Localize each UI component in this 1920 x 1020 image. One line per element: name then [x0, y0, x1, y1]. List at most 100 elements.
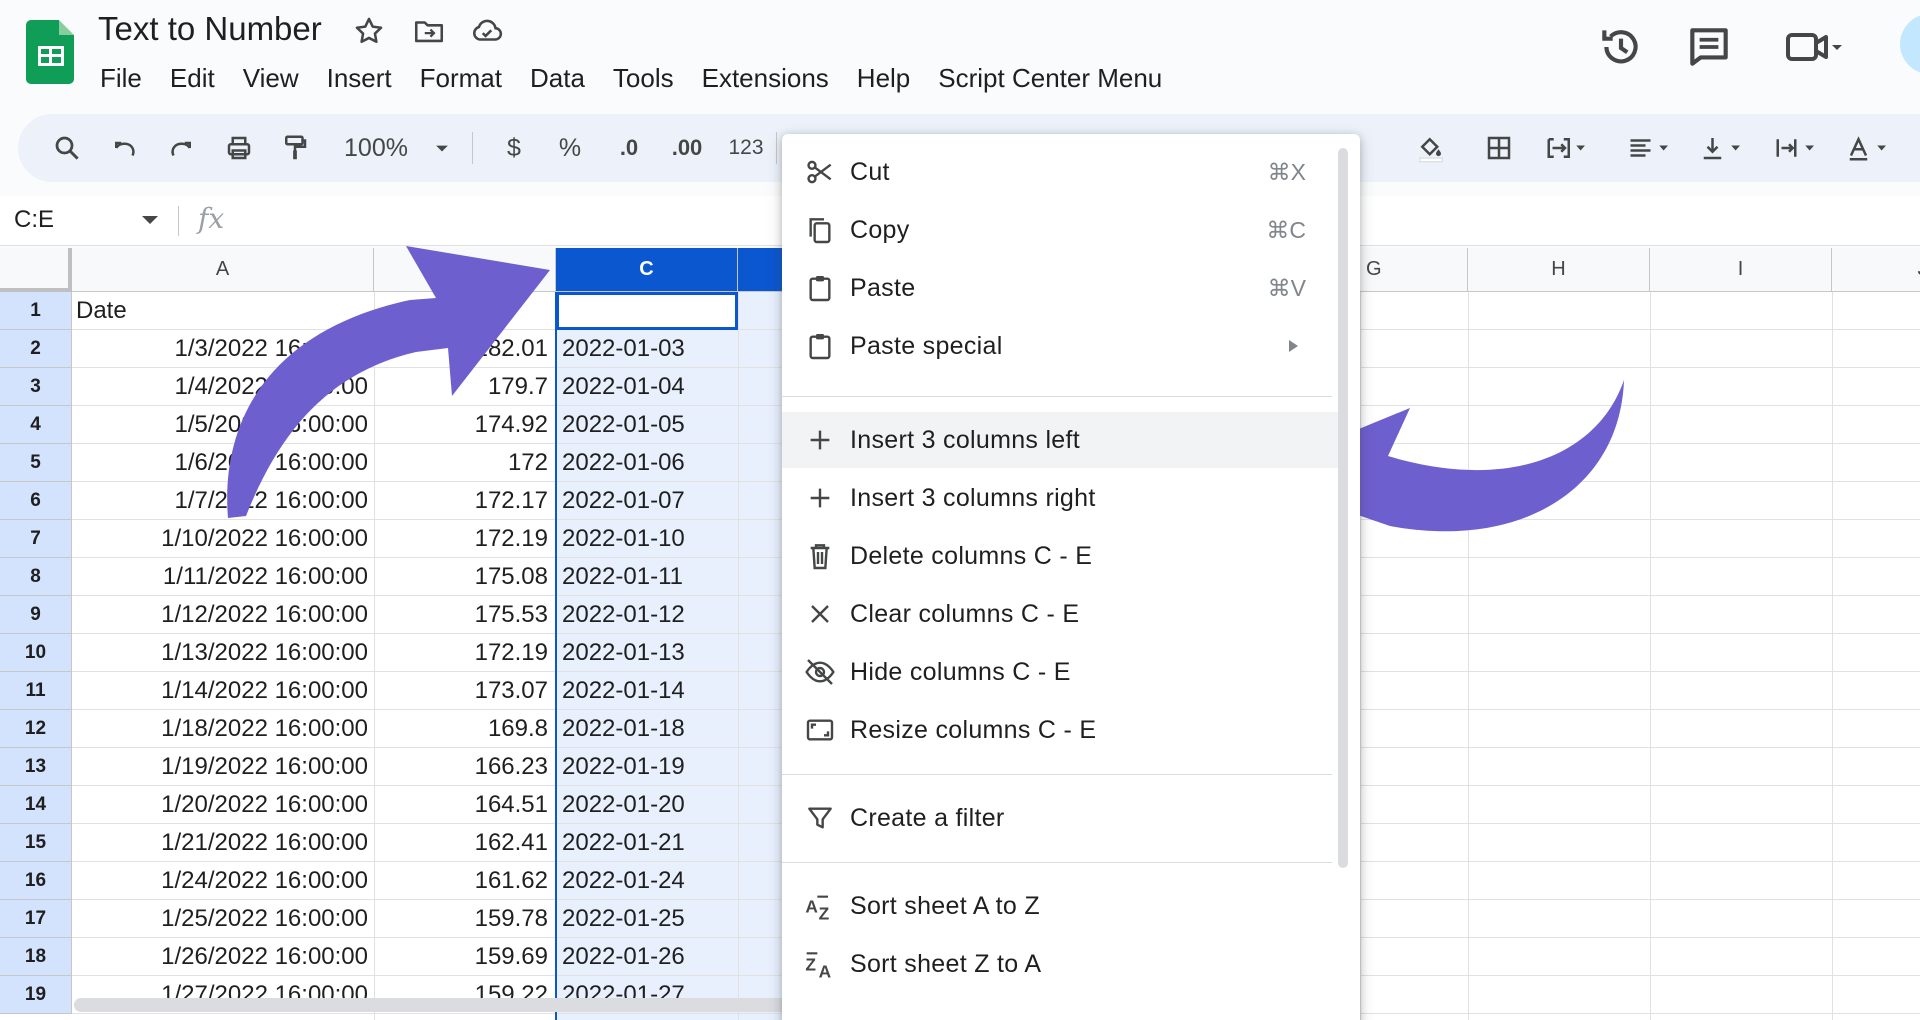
print-icon[interactable] — [218, 114, 260, 182]
row-header[interactable]: 10 — [0, 634, 72, 672]
menu-item-copy[interactable]: Copy ⌘C — [782, 202, 1342, 258]
name-box[interactable]: C:E — [14, 206, 54, 234]
row-header[interactable]: 3 — [0, 368, 72, 406]
menu-format[interactable]: Format — [406, 60, 516, 96]
row-header[interactable]: 4 — [0, 406, 72, 444]
row-header[interactable]: 17 — [0, 900, 72, 938]
paint-format-icon[interactable] — [274, 114, 316, 182]
cell-c[interactable]: 2022-01-10 — [562, 520, 736, 558]
cell-c[interactable]: 2022-01-14 — [562, 672, 736, 710]
currency-format-button[interactable]: $ — [494, 114, 534, 182]
select-all-corner[interactable] — [0, 248, 72, 292]
cell-b[interactable]: 169.8 — [376, 710, 552, 748]
row-header[interactable]: 2 — [0, 330, 72, 368]
menu-item-clear-columns[interactable]: Clear columns C - E — [782, 586, 1342, 642]
cell-b[interactable]: 159.69 — [376, 938, 552, 976]
version-history-icon[interactable] — [1596, 22, 1646, 72]
menu-item-cut[interactable]: Cut ⌘X — [782, 144, 1342, 200]
menu-item-insert-columns-right[interactable]: Insert 3 columns right — [782, 470, 1342, 526]
move-folder-icon[interactable] — [412, 14, 446, 48]
menu-edit[interactable]: Edit — [156, 60, 229, 96]
cell-b[interactable]: 164.51 — [376, 786, 552, 824]
sheets-logo-icon[interactable] — [26, 20, 74, 84]
cell-c[interactable]: 2022-01-12 — [562, 596, 736, 634]
cell-b[interactable]: 172.19 — [376, 634, 552, 672]
cell-c[interactable]: 2022-01-19 — [562, 748, 736, 786]
cell-b[interactable]: 161.62 — [376, 862, 552, 900]
menu-view[interactable]: View — [229, 60, 313, 96]
cell-b[interactable]: 159.78 — [376, 900, 552, 938]
row-header[interactable]: 5 — [0, 444, 72, 482]
column-header-h[interactable]: H — [1468, 248, 1650, 292]
cell-a[interactable]: 1/12/2022 16:00:00 — [76, 596, 372, 634]
menu-item-paste[interactable]: Paste ⌘V — [782, 260, 1342, 316]
cell-b[interactable]: 166.23 — [376, 748, 552, 786]
row-header[interactable]: 16 — [0, 862, 72, 900]
document-title[interactable]: Text to Number — [98, 10, 322, 48]
cell-c[interactable]: 2022-01-07 — [562, 482, 736, 520]
vertical-align-icon[interactable] — [1686, 114, 1754, 182]
cell-c[interactable]: 2022-01-11 — [562, 558, 736, 596]
increase-decimal-button[interactable]: .00 — [662, 114, 712, 182]
fill-color-icon[interactable] — [1408, 114, 1454, 182]
menu-item-delete-columns[interactable]: Delete columns C - E — [782, 528, 1342, 584]
cell-c[interactable]: 2022-01-13 — [562, 634, 736, 672]
cell-a[interactable]: 1/24/2022 16:00:00 — [76, 862, 372, 900]
cell-b[interactable]: 175.08 — [376, 558, 552, 596]
menu-item-hide-columns[interactable]: Hide columns C - E — [782, 644, 1342, 700]
cell-c[interactable]: 2022-01-20 — [562, 786, 736, 824]
row-header[interactable]: 9 — [0, 596, 72, 634]
cell-a[interactable]: 1/11/2022 16:00:00 — [76, 558, 372, 596]
column-header-i[interactable]: I — [1650, 248, 1832, 292]
cell-b[interactable]: 173.07 — [376, 672, 552, 710]
menu-item-create-filter[interactable]: Create a filter — [782, 790, 1342, 846]
menu-item-sort-z-a[interactable]: ZA Sort sheet Z to A — [782, 936, 1342, 992]
merge-cells-icon[interactable] — [1530, 114, 1600, 182]
menu-item-insert-columns-left[interactable]: Insert 3 columns left — [782, 412, 1342, 468]
cell-c[interactable]: 2022-01-18 — [562, 710, 736, 748]
menu-tools[interactable]: Tools — [599, 60, 688, 96]
zoom-caret-icon[interactable] — [430, 114, 454, 182]
row-header[interactable]: 18 — [0, 938, 72, 976]
menu-item-paste-special[interactable]: Paste special — [782, 318, 1342, 374]
undo-icon[interactable] — [104, 114, 146, 182]
cell-a[interactable]: 1/19/2022 16:00:00 — [76, 748, 372, 786]
column-header-c[interactable]: C — [556, 248, 738, 292]
menu-script-center[interactable]: Script Center Menu — [924, 60, 1176, 96]
cell-a[interactable]: 1/14/2022 16:00:00 — [76, 672, 372, 710]
text-rotation-icon[interactable] — [1832, 114, 1900, 182]
cell-c[interactable]: 2022-01-05 — [562, 406, 736, 444]
menu-scrollbar[interactable] — [1338, 148, 1348, 868]
menu-item-resize-columns[interactable]: Resize columns C - E — [782, 702, 1342, 758]
row-header[interactable]: 12 — [0, 710, 72, 748]
cloud-saved-icon[interactable] — [470, 14, 504, 48]
star-icon[interactable] — [352, 14, 386, 48]
cell-a[interactable]: 1/21/2022 16:00:00 — [76, 824, 372, 862]
cell-c[interactable] — [562, 292, 736, 330]
cell-b[interactable]: 175.53 — [376, 596, 552, 634]
menu-extensions[interactable]: Extensions — [688, 60, 843, 96]
search-menus-icon[interactable] — [46, 114, 88, 182]
more-formats-button[interactable]: 123 — [720, 114, 772, 182]
name-box-caret-icon[interactable] — [142, 216, 158, 224]
row-header[interactable]: 8 — [0, 558, 72, 596]
row-header[interactable]: 7 — [0, 520, 72, 558]
text-wrapping-icon[interactable] — [1760, 114, 1828, 182]
row-header[interactable]: 19 — [0, 976, 72, 1014]
menu-file[interactable]: File — [86, 60, 156, 96]
column-header-j[interactable]: J — [1832, 248, 1920, 292]
meet-video-icon[interactable] — [1782, 22, 1842, 72]
row-header[interactable]: 1 — [0, 292, 72, 330]
cell-c[interactable]: 2022-01-25 — [562, 900, 736, 938]
zoom-select[interactable]: 100% — [336, 114, 416, 182]
cell-c[interactable]: 2022-01-06 — [562, 444, 736, 482]
cell-b[interactable]: 162.41 — [376, 824, 552, 862]
cell-c[interactable]: 2022-01-24 — [562, 862, 736, 900]
menu-item-sort-a-z[interactable]: AZ Sort sheet A to Z — [782, 878, 1342, 934]
borders-icon[interactable] — [1478, 114, 1520, 182]
row-header[interactable]: 15 — [0, 824, 72, 862]
row-header[interactable]: 14 — [0, 786, 72, 824]
horizontal-align-icon[interactable] — [1614, 114, 1682, 182]
cell-c[interactable]: 2022-01-03 — [562, 330, 736, 368]
row-header[interactable]: 11 — [0, 672, 72, 710]
